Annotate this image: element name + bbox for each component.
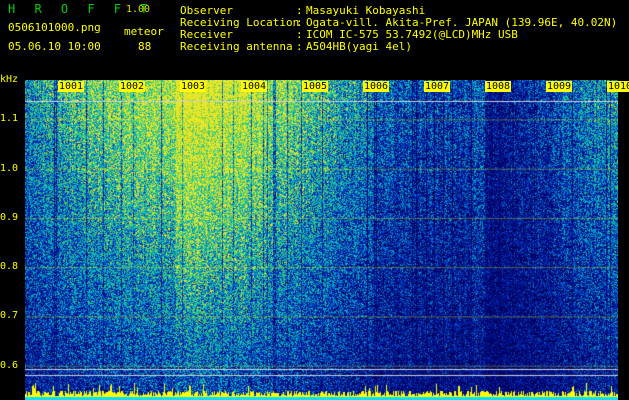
minute-label: 1009 [546, 81, 573, 92]
minute-label: 1008 [485, 81, 512, 92]
minute-label: 1007 [424, 81, 451, 92]
spectrogram [25, 80, 618, 400]
axis-tick-label: 0.7 [0, 310, 19, 322]
minute-label: 1006 [363, 81, 390, 92]
axis-tick-label: 0.8 [0, 261, 19, 273]
date-time: 05.06.10 10:00 [8, 40, 101, 53]
frequency-axis: kHz 1.1 1.0 0.9 0.8 0.7 0.6 [0, 75, 25, 400]
axis-tick-label: 0.9 [0, 211, 19, 223]
axis-tick-label: 0.6 [0, 359, 19, 371]
meteor-count: 88 [138, 40, 152, 53]
axis-tick-label: 1.1 [0, 113, 19, 125]
minute-label: 1010 [607, 81, 629, 92]
minute-label: 1005 [302, 81, 329, 92]
antenna-value: A504HB(yagi 4el) [306, 40, 412, 53]
antenna-sep: : [296, 40, 303, 53]
file-name: 0506101000.png [8, 21, 101, 34]
header-panel: H R O F F T 1.00 0506101000.png meteor 0… [0, 0, 629, 80]
right-margin [618, 80, 629, 400]
minute-label: 1001 [58, 81, 85, 92]
minute-label: 1004 [241, 81, 268, 92]
app-version: 1.00 [126, 4, 151, 15]
minute-label: 1003 [180, 81, 207, 92]
axis-tick-label: 1.0 [0, 162, 19, 174]
minute-label: 1002 [119, 81, 146, 92]
mode-label: meteor [124, 25, 164, 38]
axis-unit: kHz [0, 74, 19, 85]
antenna-label: Receiving antenna [180, 40, 293, 53]
